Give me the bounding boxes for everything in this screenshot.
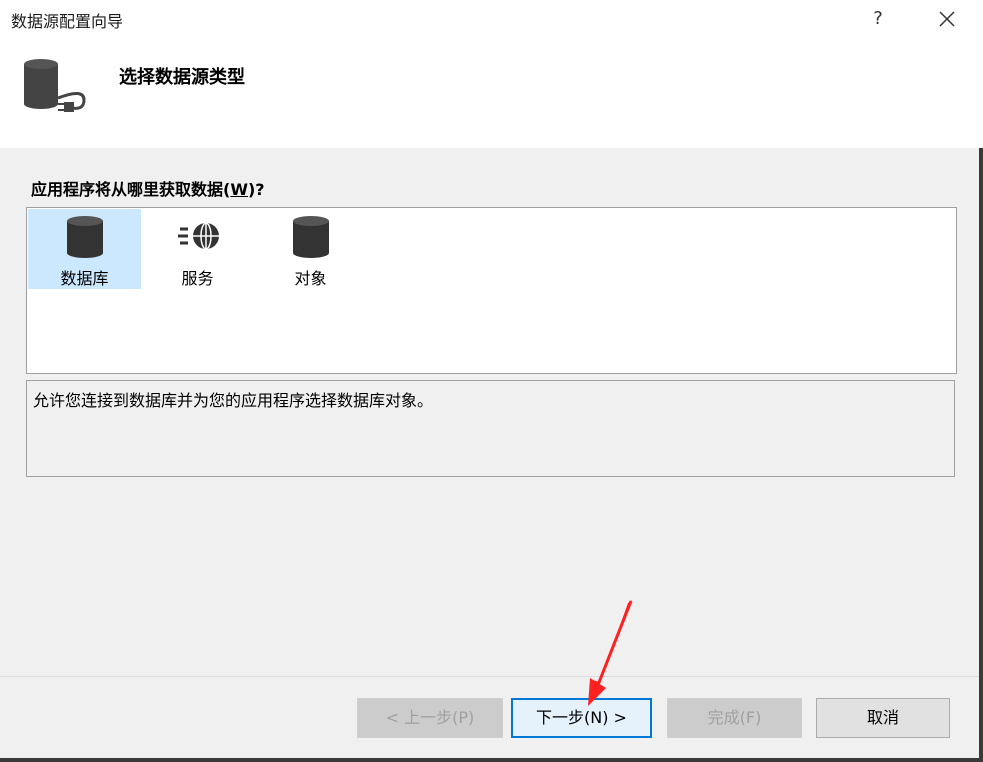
source-item-label: 数据库 (60, 269, 109, 288)
title-bar: 数据源配置向导 ? (0, 0, 983, 38)
window-edge-right (979, 148, 983, 762)
source-item-label: 服务 (181, 269, 214, 288)
close-icon (939, 11, 955, 27)
description-box: 允许您连接到数据库并为您的应用程序选择数据库对象。 (26, 380, 955, 477)
service-globe-icon (178, 215, 219, 259)
window-title: 数据源配置向导 (11, 12, 124, 31)
description-text: 允许您连接到数据库并为您的应用程序选择数据库对象。 (33, 391, 434, 410)
object-icon (291, 215, 331, 259)
source-question-label: 应用程序将从哪里获取数据(W)? (31, 180, 265, 199)
source-item-label: 对象 (294, 269, 327, 288)
window-edge-bottom (0, 758, 983, 762)
back-button[interactable]: < 上一步(P) (357, 698, 503, 738)
finish-button[interactable]: 完成(F) (667, 698, 802, 738)
next-button[interactable]: 下一步(N) > (511, 698, 652, 738)
source-item-service[interactable]: 服务 (141, 209, 254, 289)
source-item-object[interactable]: 对象 (254, 209, 367, 289)
cancel-button[interactable]: 取消 (816, 698, 950, 738)
database-icon (65, 215, 105, 259)
page-title: 选择数据源类型 (119, 67, 245, 88)
close-button[interactable] (924, 0, 970, 38)
data-source-list[interactable]: 数据库 服务 对象 (26, 207, 957, 374)
source-item-database[interactable]: 数据库 (28, 209, 141, 289)
wizard-header: 选择数据源类型 (0, 38, 983, 148)
mnemonic-w: W (230, 180, 248, 199)
footer-divider (0, 676, 979, 677)
database-plug-icon (22, 58, 92, 122)
help-button[interactable]: ? (858, 0, 898, 38)
